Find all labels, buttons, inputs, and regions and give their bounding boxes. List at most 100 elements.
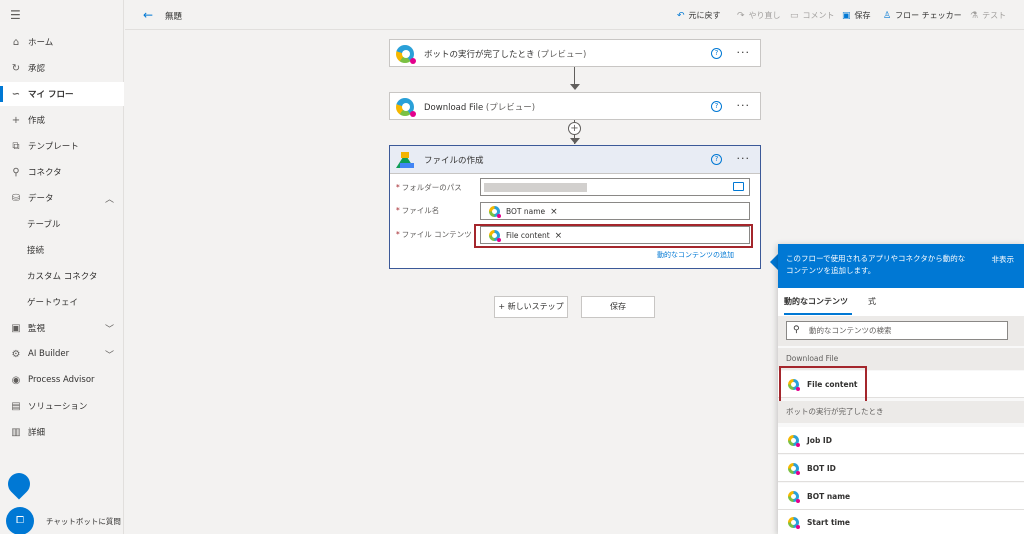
solutions-icon: ▤: [11, 400, 21, 412]
nav-label: 承認: [28, 64, 46, 74]
hamburger-menu-icon[interactable]: ☰: [10, 9, 22, 21]
nav-my-flows[interactable]: ∽ マイ フロー: [0, 82, 124, 106]
create-file-title: ファイルの作成: [424, 155, 484, 166]
connector-line: [574, 67, 575, 85]
nav-label: 監視: [28, 324, 46, 334]
more-options-icon[interactable]: ···: [737, 152, 751, 165]
nav-create[interactable]: + 作成: [0, 108, 124, 132]
plus-icon: +: [11, 114, 21, 126]
connector-logo-icon: [788, 462, 800, 475]
new-step-button[interactable]: + 新しいステップ: [494, 296, 568, 318]
save-label: 保存: [854, 11, 871, 20]
chatbot-button[interactable]: ⧠: [6, 507, 34, 534]
nav-tables[interactable]: テーブル: [0, 212, 124, 236]
chat-bubble-icon[interactable]: [3, 468, 35, 500]
nav-learn[interactable]: ▥ 詳細: [0, 420, 124, 444]
nav-connections[interactable]: 接続: [0, 238, 124, 262]
nav-connectors[interactable]: ⚲ コネクタ: [0, 160, 124, 184]
item-label: Job ID: [807, 435, 832, 445]
help-icon[interactable]: ?: [711, 48, 722, 59]
process-advisor-icon: ◉: [11, 374, 21, 386]
download-title: Download File (プレビュー): [424, 103, 536, 113]
connector-logo-icon: [788, 434, 800, 447]
flow-checker-label: フロー チェッカー: [895, 11, 962, 20]
back-arrow-icon[interactable]: ←: [143, 8, 153, 22]
file-content-label: * ファイル コンテンツ: [396, 230, 472, 239]
insert-step-icon[interactable]: +: [568, 122, 581, 135]
panel-pointer: [770, 254, 778, 270]
nav-label: ゲートウェイ: [27, 298, 79, 308]
nav-approvals[interactable]: ↻ 承認: [0, 56, 124, 80]
create-file-card[interactable]: ファイルの作成 ? ··· * フォルダーのパス * ファイル名 BOT name …: [389, 145, 761, 269]
nav-custom-connectors[interactable]: カスタム コネクタ: [0, 264, 124, 288]
hide-panel-link[interactable]: 非表示: [992, 254, 1015, 266]
nav-templates[interactable]: ⧉ テンプレート: [0, 134, 124, 158]
flow-title[interactable]: 無題: [165, 10, 182, 22]
dynamic-item-start-time[interactable]: Start time: [778, 510, 1024, 534]
flow-checker-button[interactable]: ♙ フロー チェッカー: [883, 10, 962, 21]
redo-label: やり直し: [748, 11, 781, 20]
panel-description: このフローで使用されるアプリやコネクタから動的なコンテンツを追加します。: [786, 254, 966, 275]
nav-gateways[interactable]: ゲートウェイ: [0, 290, 124, 314]
dynamic-content-search-input[interactable]: ⚲ 動的なコンテンツの検索: [786, 321, 1008, 340]
filename-input[interactable]: BOT name ×: [480, 202, 750, 220]
tab-expression[interactable]: 式: [868, 296, 876, 307]
chatbot-label[interactable]: チャットボットに質問: [46, 516, 121, 527]
nav-home[interactable]: ⌂ ホーム: [0, 30, 124, 54]
comment-button[interactable]: ▭ コメント: [790, 10, 835, 21]
nav-label: テンプレート: [28, 142, 79, 152]
left-nav: ☰ ⌂ ホーム ↻ 承認 ∽ マイ フロー + 作成 ⧉ テンプレート ⚲ コネ…: [0, 0, 124, 534]
more-options-icon[interactable]: ···: [737, 99, 751, 112]
connector-logo-icon: [396, 98, 416, 117]
flow-checker-icon: ♙: [883, 10, 892, 21]
connector-icon: ⚲: [12, 166, 20, 178]
test-label: テスト: [982, 11, 1007, 20]
undo-icon: ↶: [677, 10, 685, 21]
tab-dynamic-content[interactable]: 動的なコンテンツ: [784, 296, 848, 307]
nav-solutions[interactable]: ▤ ソリューション: [0, 394, 124, 418]
highlight-box: [779, 366, 867, 404]
download-file-card[interactable]: Download File (プレビュー) ? ···: [389, 92, 761, 120]
dynamic-item-bot-name[interactable]: BOT name: [778, 483, 1024, 510]
undo-label: 元に戻す: [688, 11, 721, 20]
nav-label: 作成: [28, 116, 46, 126]
highlight-box: [474, 224, 753, 248]
dynamic-item-job-id[interactable]: Job ID: [778, 427, 1024, 454]
redo-button[interactable]: ↷ やり直し: [737, 10, 781, 21]
undo-button[interactable]: ↶ 元に戻す: [677, 10, 721, 21]
test-button[interactable]: ⚗ テスト: [970, 10, 1006, 21]
save-button[interactable]: 保存: [581, 296, 655, 318]
nav-label: Process Advisor: [28, 375, 95, 385]
folder-icon[interactable]: [733, 182, 744, 191]
learn-icon: ▥: [11, 426, 21, 438]
folder-path-input[interactable]: [480, 178, 750, 196]
redo-icon: ↷: [737, 10, 745, 21]
trigger-title: ボットの実行が完了したとき (プレビュー): [424, 50, 587, 60]
chevron-up-icon: ︿: [104, 194, 114, 205]
nav-monitor[interactable]: ▣ 監視 ﹀: [0, 316, 124, 340]
trigger-card[interactable]: ボットの実行が完了したとき (プレビュー) ? ···: [389, 39, 761, 67]
help-icon[interactable]: ?: [711, 154, 722, 165]
comment-label: コメント: [802, 11, 835, 20]
panel-header: このフローで使用されるアプリやコネクタから動的なコンテンツを追加します。 非表示: [778, 244, 1024, 288]
nav-label: ソリューション: [28, 402, 88, 412]
dynamic-item-bot-id[interactable]: BOT ID: [778, 455, 1024, 482]
help-icon[interactable]: ?: [711, 101, 722, 112]
arrow-down-icon: [570, 138, 580, 144]
chevron-down-icon: ﹀: [104, 324, 114, 335]
remove-token-icon[interactable]: ×: [550, 207, 558, 217]
bot-name-token[interactable]: BOT name ×: [489, 206, 558, 218]
nav-ai-builder[interactable]: ⚙ AI Builder ﹀: [0, 342, 124, 366]
test-icon: ⚗: [970, 10, 979, 21]
more-options-icon[interactable]: ···: [737, 46, 751, 59]
dynamic-content-panel: このフローで使用されるアプリやコネクタから動的なコンテンツを追加します。 非表示…: [778, 244, 1024, 534]
nav-data[interactable]: ⛁ データ ︿: [0, 186, 124, 210]
monitor-icon: ▣: [11, 322, 21, 334]
connector-logo-icon: [788, 516, 800, 529]
nav-process-advisor[interactable]: ◉ Process Advisor: [0, 368, 124, 392]
add-dynamic-content-link[interactable]: 動的なコンテンツの追加: [657, 250, 734, 260]
templates-icon: ⧉: [12, 140, 20, 152]
connector-logo-icon: [489, 206, 501, 218]
save-topbar-button[interactable]: ▣ 保存: [842, 10, 871, 21]
nav-label: ホーム: [28, 38, 54, 48]
